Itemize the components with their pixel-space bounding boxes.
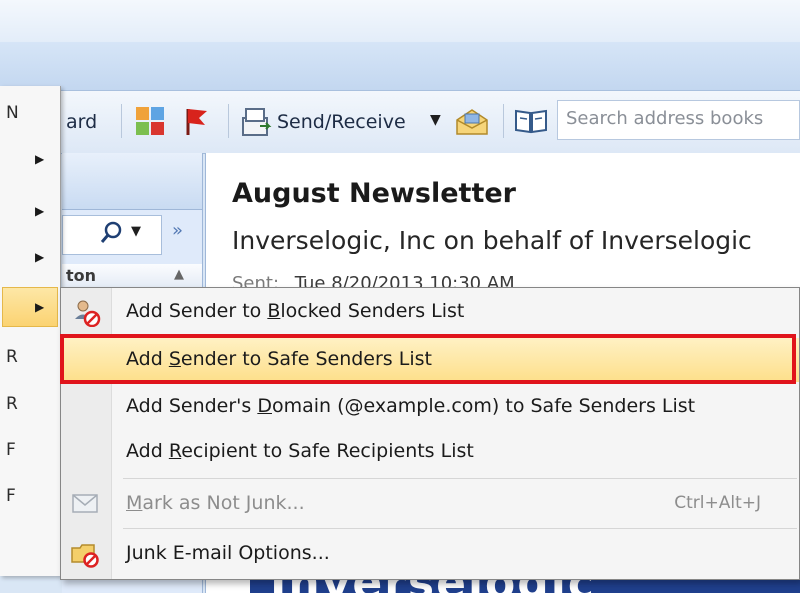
send-receive-icon[interactable] (240, 106, 272, 142)
junk-options-icon (70, 540, 100, 572)
address-book-envelope-icon[interactable] (455, 106, 489, 140)
scroll-up-arrow-icon[interactable]: ▲ (174, 267, 184, 282)
menu-item-label: Add Recipient to Safe Recipients List (126, 440, 474, 462)
window-top-strip (0, 0, 800, 42)
categorize-icon[interactable] (135, 106, 165, 140)
menu-item-add-domain-to-safe-senders[interactable]: Add Sender's Domain (@example.com) to Sa… (61, 385, 799, 429)
search-icon[interactable] (100, 220, 124, 250)
menu-item-label: Add Sender's Domain (@example.com) to Sa… (126, 395, 696, 417)
toolbar-separator (121, 104, 122, 138)
envelope-icon (71, 491, 99, 519)
blocked-sender-icon (73, 299, 101, 331)
toolbar-separator (228, 104, 229, 138)
message-sender: Inverselogic, Inc on behalf of Inverselo… (232, 226, 752, 255)
flag-icon[interactable] (183, 106, 209, 140)
parent-menu-item-label[interactable]: F (6, 440, 16, 460)
menu-item-add-to-safe-recipients[interactable]: Add Recipient to Safe Recipients List (61, 430, 799, 474)
forward-button-label[interactable]: ard (66, 111, 97, 133)
menu-item-label: Mark as Not Junk... (126, 492, 305, 514)
menu-item-junk-email-options[interactable]: Junk E-mail Options... (61, 532, 799, 576)
menu-item-label: Add Sender to Blocked Senders List (126, 300, 465, 322)
submenu-arrow-icon[interactable]: ▶ (35, 204, 44, 218)
menu-separator (123, 478, 797, 479)
chevron-down-icon[interactable]: ▼ (131, 224, 141, 239)
annotation-highlight-box (60, 334, 796, 384)
menu-item-label: Junk E-mail Options... (126, 542, 330, 564)
submenu-arrow-icon[interactable]: ▶ (35, 250, 44, 264)
submenu-arrow-icon[interactable]: ▶ (35, 300, 44, 314)
junk-email-menu-item-highlight[interactable] (2, 287, 58, 327)
address-book-icon[interactable] (514, 108, 548, 138)
expand-chevron-icon[interactable]: » (172, 220, 183, 241)
submenu-arrow-icon[interactable]: ▶ (35, 152, 44, 166)
parent-menu-item-label[interactable]: N (6, 103, 19, 123)
navigation-pane-header (62, 153, 202, 210)
menu-item-add-to-blocked-senders[interactable]: Add Sender to Blocked Senders List (61, 290, 799, 334)
send-receive-label[interactable]: Send/Receive (277, 111, 406, 133)
menu-separator (123, 528, 797, 529)
column-header-label: ton (66, 266, 97, 285)
parent-menu-item-label[interactable]: R (6, 394, 18, 414)
chevron-down-icon[interactable]: ▼ (430, 112, 441, 128)
message-subject: August Newsletter (232, 178, 516, 209)
parent-menu-item-label[interactable]: R (6, 347, 18, 367)
shortcut-label: Ctrl+Alt+J (674, 493, 761, 513)
junk-email-submenu: Add Sender to Blocked Senders List Add S… (60, 287, 800, 580)
title-band (0, 42, 800, 91)
search-address-books-input[interactable]: Search address books (557, 100, 800, 140)
menu-item-mark-as-not-junk[interactable]: Mark as Not Junk... Ctrl+Alt+J (61, 482, 799, 526)
toolbar-separator (503, 104, 504, 138)
parent-menu-item-label[interactable]: F (6, 486, 16, 506)
